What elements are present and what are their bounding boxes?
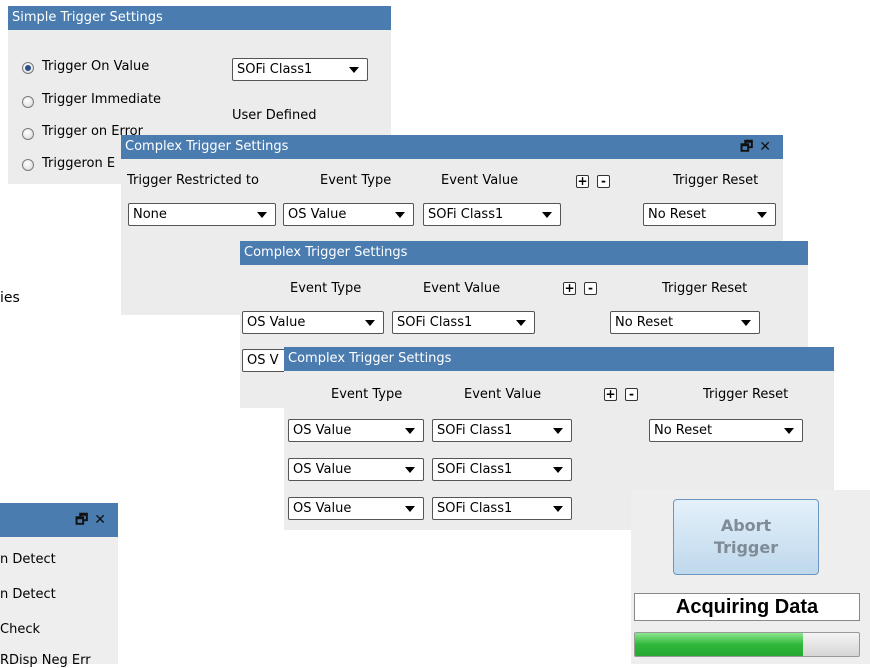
background-text: ies	[0, 290, 20, 306]
chevron-down-icon	[405, 506, 415, 512]
abort-trigger-line2: Trigger	[713, 538, 779, 557]
complex-trigger-title-2: Complex Trigger Settings	[244, 245, 408, 260]
event-value-select-value: SOFi Class1	[397, 315, 473, 330]
status-text: Acquiring Data	[675, 596, 819, 618]
chevron-down-icon	[553, 506, 563, 512]
complex-trigger-titlebar-2: Complex Trigger Settings	[240, 241, 808, 265]
progress-bar	[634, 632, 860, 657]
status-box: Acquiring Data	[634, 593, 860, 621]
progress-fill	[635, 633, 803, 656]
event-value-select-row1[interactable]: SOFi Class1	[432, 419, 572, 442]
chevron-down-icon	[349, 67, 359, 73]
event-type-select-value: OS Value	[293, 501, 352, 516]
event-type-select-row3[interactable]: OS Value	[288, 497, 424, 520]
abort-trigger-line1: Abort	[720, 516, 772, 535]
remove-row-button[interactable]: -	[625, 388, 638, 401]
label-trigger-on-event: Triggeron E	[42, 156, 116, 171]
chevron-down-icon	[784, 428, 794, 434]
chevron-down-icon	[395, 212, 405, 218]
chevron-down-icon	[757, 212, 767, 218]
restricted-select-value: None	[133, 207, 167, 222]
reset-select[interactable]: No Reset	[643, 203, 776, 226]
complex-trigger-title-3: Complex Trigger Settings	[288, 351, 452, 366]
event-value-select[interactable]: SOFi Class1	[392, 311, 535, 334]
header-trigger-reset: Trigger Reset	[703, 387, 789, 402]
simple-trigger-titlebar: Simple Trigger Settings	[8, 6, 391, 30]
window-buttons: 🗗✕	[740, 135, 777, 159]
class-select[interactable]: SOFi Class1	[232, 58, 368, 81]
chevron-down-icon	[553, 467, 563, 473]
class-select-value: SOFi Class1	[237, 62, 313, 77]
header-event-type: Event Type	[320, 173, 392, 188]
complex-trigger-titlebar-1: Complex Trigger Settings 🗗✕	[121, 135, 783, 159]
chevron-down-icon	[365, 320, 375, 326]
complex-trigger-title-1: Complex Trigger Settings	[125, 139, 289, 154]
event-value-select-value: SOFi Class1	[437, 462, 513, 477]
header-event-value: Event Value	[441, 173, 519, 188]
label-trigger-on-value: Trigger On Value	[42, 59, 150, 74]
complex-trigger-titlebar-3: Complex Trigger Settings	[284, 347, 834, 371]
restore-icon[interactable]: 🗗	[740, 139, 759, 155]
event-type-select-value: OS Value	[293, 423, 352, 438]
bottom-left-panel: 🗗✕ n Detect n Detect Check RDisp Neg Err	[0, 503, 118, 668]
event-type-select-value: OS V	[247, 353, 279, 368]
close-icon[interactable]: ✕	[759, 139, 777, 155]
restricted-select[interactable]: None	[128, 203, 276, 226]
event-type-select-value: OS Value	[293, 462, 352, 477]
chevron-down-icon	[741, 320, 751, 326]
chevron-down-icon	[405, 428, 415, 434]
reset-select[interactable]: No Reset	[610, 311, 760, 334]
event-type-select-row2[interactable]: OS Value	[288, 458, 424, 481]
abort-panel: Abort Trigger Acquiring Data	[631, 490, 870, 664]
add-row-button[interactable]: +	[576, 175, 589, 188]
list-item[interactable]: Check	[0, 622, 40, 637]
radio-trigger-on-event[interactable]	[22, 159, 34, 171]
event-type-select-value: OS Value	[247, 315, 306, 330]
chevron-down-icon	[257, 212, 267, 218]
event-value-select-value: SOFi Class1	[437, 423, 513, 438]
list-item[interactable]: RDisp Neg Err	[0, 653, 91, 668]
simple-trigger-title: Simple Trigger Settings	[12, 10, 163, 25]
radio-trigger-on-value[interactable]	[22, 62, 34, 74]
remove-row-button[interactable]: -	[597, 175, 610, 188]
event-type-select-row1[interactable]: OS Value	[288, 419, 424, 442]
event-value-select[interactable]: SOFi Class1	[423, 203, 561, 226]
abort-trigger-button[interactable]: Abort Trigger	[673, 499, 819, 575]
list-item[interactable]: n Detect	[0, 587, 56, 602]
chevron-down-icon	[542, 212, 552, 218]
restore-icon[interactable]: 🗗	[75, 512, 94, 528]
reset-select-value: No Reset	[654, 423, 713, 438]
header-trigger-reset: Trigger Reset	[662, 281, 748, 296]
event-type-select[interactable]: OS Value	[283, 203, 414, 226]
reset-select[interactable]: No Reset	[649, 419, 803, 442]
header-event-value: Event Value	[423, 281, 501, 296]
reset-select-value: No Reset	[615, 315, 674, 330]
header-event-type: Event Type	[290, 281, 362, 296]
event-value-select-value: SOFi Class1	[437, 501, 513, 516]
reset-select-value: No Reset	[648, 207, 707, 222]
add-row-button[interactable]: +	[604, 388, 617, 401]
chevron-down-icon	[405, 467, 415, 473]
header-event-type: Event Type	[331, 387, 403, 402]
event-value-select-value: SOFi Class1	[428, 207, 504, 222]
add-row-button[interactable]: +	[563, 282, 576, 295]
event-type-select-value: OS Value	[288, 207, 347, 222]
radio-trigger-on-error[interactable]	[22, 128, 34, 140]
remove-row-button[interactable]: -	[584, 282, 597, 295]
event-value-select-row2[interactable]: SOFi Class1	[432, 458, 572, 481]
chevron-down-icon	[553, 428, 563, 434]
chevron-down-icon	[516, 320, 526, 326]
bottom-left-titlebar: 🗗✕	[0, 503, 118, 537]
user-defined-label: User Defined	[232, 108, 317, 123]
radio-trigger-immediate[interactable]	[22, 96, 34, 108]
event-type-select[interactable]: OS Value	[242, 311, 384, 334]
list-item[interactable]: n Detect	[0, 552, 56, 567]
header-trigger-restricted: Trigger Restricted to	[127, 173, 259, 188]
header-event-value: Event Value	[464, 387, 542, 402]
header-trigger-reset: Trigger Reset	[673, 173, 759, 188]
close-icon[interactable]: ✕	[94, 512, 112, 528]
label-trigger-immediate: Trigger Immediate	[42, 92, 162, 107]
window-buttons: 🗗✕	[75, 503, 112, 537]
event-value-select-row3[interactable]: SOFi Class1	[432, 497, 572, 520]
